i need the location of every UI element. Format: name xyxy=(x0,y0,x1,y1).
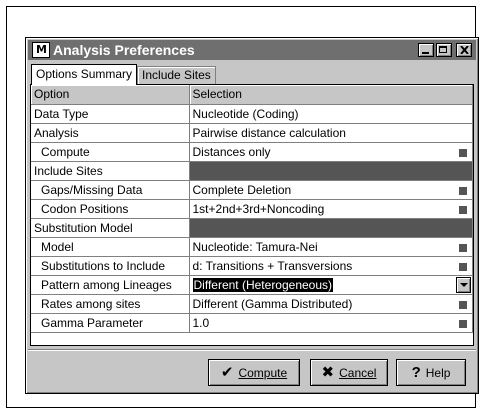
option-name-cell: Codon Positions xyxy=(31,199,190,219)
selection-value-cell[interactable]: d: Transitions + Transversions xyxy=(189,256,473,276)
selection-value-cell[interactable]: Nucleotide (Coding) xyxy=(189,104,473,124)
checkmark-icon: ✔ xyxy=(220,364,234,381)
analysis-preferences-dialog: M Analysis Preferences Options Summary I… xyxy=(25,37,479,394)
button-bar: ✔ Compute ✖ Cancel ? Help xyxy=(28,349,476,392)
option-marker-icon[interactable] xyxy=(459,243,467,252)
selection-value-cell[interactable]: Different (Gamma Distributed) xyxy=(189,294,473,314)
grid-header-row: Option Selection xyxy=(31,85,473,105)
help-button[interactable]: ? Help xyxy=(396,359,466,386)
grid-row[interactable]: Rates among sites Different (Gamma Distri… xyxy=(31,294,473,314)
selection-value: d: Transitions + Transversions xyxy=(192,258,353,273)
grid-row[interactable]: Gamma Parameter 1.0 xyxy=(31,313,473,333)
option-marker-icon[interactable] xyxy=(459,186,467,195)
grid-row[interactable]: Compute Distances only xyxy=(31,142,473,162)
question-mark-icon: ? xyxy=(411,364,421,381)
selection-value-cell[interactable]: Pairwise distance calculation xyxy=(189,123,473,143)
selection-value: Distances only xyxy=(192,144,271,159)
compute-button[interactable]: ✔ Compute xyxy=(208,359,300,386)
close-icon xyxy=(460,46,469,54)
option-name-cell: Rates among sites xyxy=(31,294,190,314)
option-name-cell: Analysis xyxy=(31,123,190,143)
selection-value-cell[interactable]: Nucleotide: Tamura-Nei xyxy=(189,237,473,257)
selection-value-cell[interactable]: Distances only xyxy=(189,142,473,162)
grid-row[interactable]: Model Nucleotide: Tamura-Nei xyxy=(31,237,473,257)
compute-label: Compute xyxy=(238,365,288,380)
option-name-cell: Gamma Parameter xyxy=(31,313,190,333)
selection-value: Pairwise distance calculation xyxy=(192,125,346,140)
tab-options-summary[interactable]: Options Summary xyxy=(31,64,138,85)
maximize-button[interactable] xyxy=(436,43,452,57)
options-grid: Option Selection Data Type Nucleotide (Co… xyxy=(30,84,474,346)
x-icon: ✖ xyxy=(321,364,335,381)
option-name-cell: Data Type xyxy=(31,104,190,124)
option-name-cell: Compute xyxy=(31,142,190,162)
selection-value: Different (Gamma Distributed) xyxy=(192,296,353,311)
option-name-cell: Pattern among Lineages xyxy=(31,275,190,295)
selection-value-cell[interactable]: Complete Deletion xyxy=(189,180,473,200)
option-marker-icon[interactable] xyxy=(459,262,467,271)
selection-value: 1st+2nd+3rd+Noncoding xyxy=(192,201,325,216)
option-name-cell: Model xyxy=(31,237,190,257)
minimize-button[interactable] xyxy=(418,43,434,57)
selection-value-cell[interactable]: 1st+2nd+3rd+Noncoding xyxy=(189,199,473,219)
selection-value: Nucleotide: Tamura-Nei xyxy=(192,239,318,254)
dropdown-arrow-icon[interactable] xyxy=(456,276,471,293)
close-button[interactable] xyxy=(456,43,472,57)
section-value-cell[interactable] xyxy=(189,218,473,238)
grid-row[interactable]: Substitutions to Include d: Transitions +… xyxy=(31,256,473,276)
tab-bar: Options Summary Include Sites xyxy=(31,64,216,85)
selection-value: 1.0 xyxy=(192,315,210,330)
selection-value: Complete Deletion xyxy=(192,182,292,197)
title-bar[interactable]: M Analysis Preferences xyxy=(28,40,476,60)
option-name-cell: Gaps/Missing Data xyxy=(31,180,190,200)
cancel-label: Cancel xyxy=(339,365,377,380)
option-marker-icon[interactable] xyxy=(459,205,467,214)
selection-value-cell[interactable]: 1.0 xyxy=(189,313,473,333)
option-marker-icon[interactable] xyxy=(459,300,467,309)
selection-value: Nucleotide (Coding) xyxy=(192,106,299,121)
grid-row[interactable]: Analysis Pairwise distance calculation xyxy=(31,123,473,143)
option-marker-icon[interactable] xyxy=(459,148,467,157)
grid-row[interactable]: Data Type Nucleotide (Coding) xyxy=(31,104,473,124)
column-header-selection[interactable]: Selection xyxy=(189,85,473,105)
section-value-cell[interactable] xyxy=(189,161,473,181)
option-marker-icon[interactable] xyxy=(459,319,467,328)
grid-row[interactable]: Gaps/Missing Data Complete Deletion xyxy=(31,180,473,200)
column-header-option[interactable]: Option xyxy=(31,85,190,105)
option-name-cell: Substitution Model xyxy=(31,218,190,238)
grid-row[interactable]: Include Sites xyxy=(31,161,473,181)
selection-value: Different (Heterogeneous) xyxy=(192,277,334,292)
grid-row[interactable]: Substitution Model xyxy=(31,218,473,238)
tab-include-sites[interactable]: Include Sites xyxy=(137,66,216,85)
grid-row[interactable]: Codon Positions 1st+2nd+3rd+Noncoding xyxy=(31,199,473,219)
selection-value-cell[interactable]: Different (Heterogeneous) xyxy=(189,275,473,295)
help-label: Help xyxy=(425,365,451,380)
cancel-button[interactable]: ✖ Cancel xyxy=(310,359,388,386)
app-icon: M xyxy=(32,42,50,58)
window-title: Analysis Preferences xyxy=(53,42,195,58)
option-name-cell: Substitutions to Include xyxy=(31,256,190,276)
option-name-cell: Include Sites xyxy=(31,161,190,181)
grid-row[interactable]: Pattern among Lineages Different (Heterog… xyxy=(31,275,473,295)
